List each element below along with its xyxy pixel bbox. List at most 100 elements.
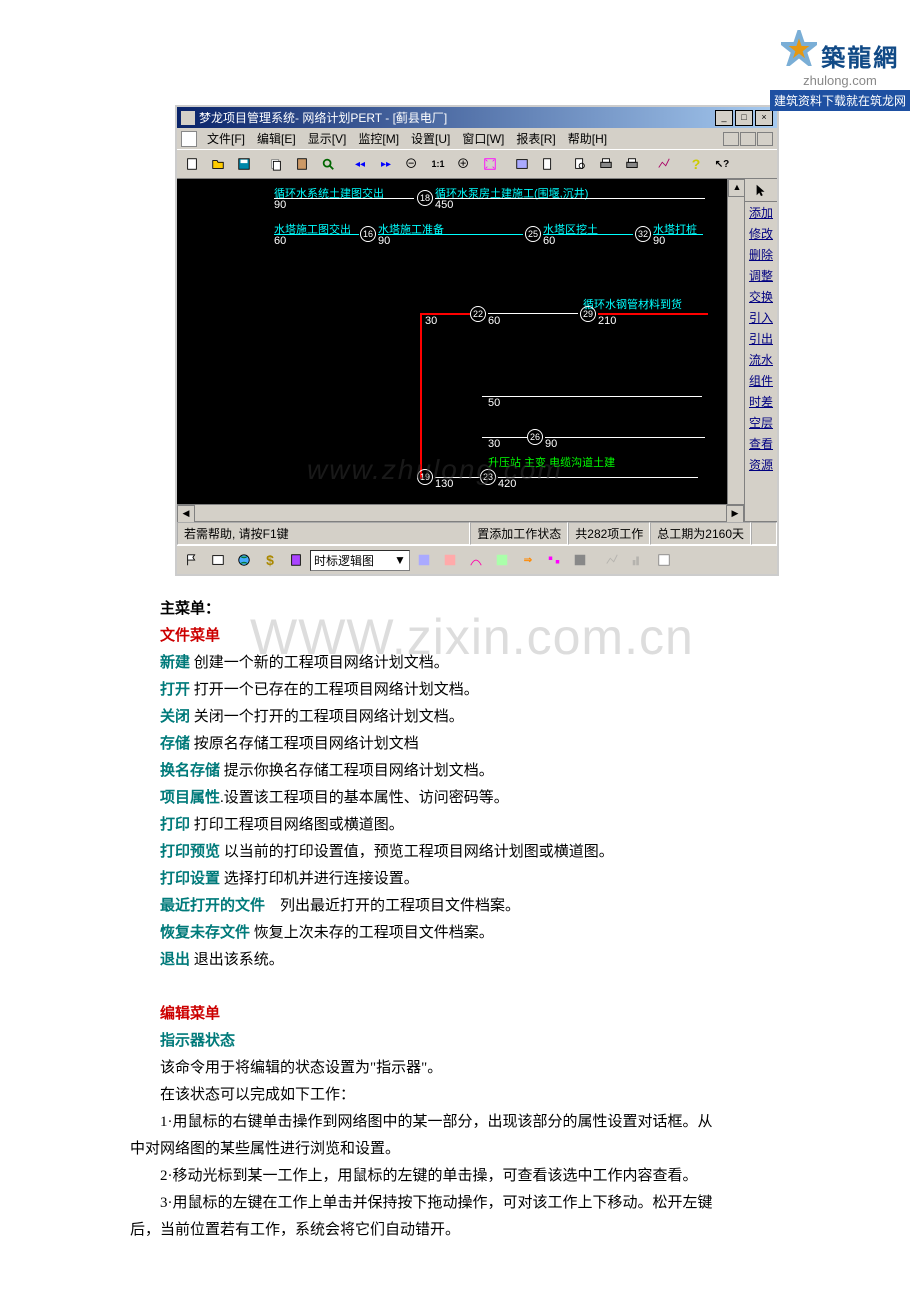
whatsthis-icon[interactable]: ↖? (710, 153, 734, 175)
command-name: 关闭 (160, 709, 190, 725)
mdi-close[interactable] (757, 132, 773, 146)
task-num: 450 (435, 199, 453, 211)
side-flow[interactable]: 流水 (745, 349, 777, 370)
task-label: 循环水钢管材料到货 (583, 296, 682, 312)
bt-3-icon[interactable] (464, 549, 488, 571)
open-icon[interactable] (206, 153, 230, 175)
edit-menu-heading: 编辑菜单 (160, 1006, 220, 1022)
menu-window[interactable]: 窗口[W] (456, 130, 510, 147)
paste-icon[interactable] (290, 153, 314, 175)
bt-6-icon[interactable] (542, 549, 566, 571)
last-icon[interactable]: ▸▸ (374, 153, 398, 175)
command-desc: 创建一个新的工程项目网络计划文档。 (190, 655, 449, 671)
side-delete[interactable]: 删除 (745, 244, 777, 265)
bt-book-icon[interactable] (284, 549, 308, 571)
node[interactable]: 29 (580, 306, 596, 322)
print-icon[interactable] (620, 153, 644, 175)
find-icon[interactable] (316, 153, 340, 175)
file-menu-item: 最近打开的文件 列出最近打开的工程项目文件档案。 (130, 893, 860, 920)
view1-icon[interactable] (510, 153, 534, 175)
task-num: 90 (653, 235, 665, 247)
side-modify[interactable]: 修改 (745, 223, 777, 244)
new-icon[interactable] (180, 153, 204, 175)
view-combo[interactable]: 时标逻辑图▼ (310, 550, 410, 571)
command-desc: 打开一个已存在的工程项目网络计划文档。 (190, 682, 479, 698)
save-icon[interactable] (232, 153, 256, 175)
close-button[interactable]: × (755, 110, 773, 126)
app-icon (181, 111, 195, 125)
side-toolbar: 添加 修改 删除 调整 交换 引入 引出 流水 组件 时差 空层 查看 资源 (744, 179, 777, 521)
chart-icon[interactable] (652, 153, 676, 175)
side-view[interactable]: 查看 (745, 433, 777, 454)
mdi-minimize[interactable] (723, 132, 739, 146)
task-num: 50 (488, 397, 500, 409)
menu-file[interactable]: 文件[F] (201, 130, 251, 147)
node[interactable]: 18 (417, 190, 433, 206)
side-swap[interactable]: 交换 (745, 286, 777, 307)
bt-flag-icon[interactable] (180, 549, 204, 571)
file-menu-item: 打印 打印工程项目网络图或横道图。 (130, 812, 860, 839)
bt-5-icon[interactable]: ⇒ (516, 549, 540, 571)
bt-4-icon[interactable] (490, 549, 514, 571)
view2-icon[interactable] (536, 153, 560, 175)
zoom11-icon[interactable]: 1:1 (426, 153, 450, 175)
zoomout-icon[interactable] (400, 153, 424, 175)
copy-icon[interactable] (264, 153, 288, 175)
side-resource[interactable]: 资源 (745, 454, 777, 475)
side-slack[interactable]: 时差 (745, 391, 777, 412)
node[interactable]: 25 (525, 226, 541, 242)
zoomin-icon[interactable] (452, 153, 476, 175)
pert-canvas[interactable]: 循环水系统土建图交出 90 18 循环水泵房土建施工(围堰,沉井) 450 水塔… (177, 179, 727, 504)
horizontal-scrollbar[interactable]: ◀ ▶ (177, 504, 744, 521)
side-component[interactable]: 组件 (745, 370, 777, 391)
side-adjust[interactable]: 调整 (745, 265, 777, 286)
first-icon[interactable]: ◂◂ (348, 153, 372, 175)
help-icon[interactable]: ? (684, 153, 708, 175)
node[interactable]: 32 (635, 226, 651, 242)
command-name: 新建 (160, 655, 190, 671)
menu-help[interactable]: 帮助[H] (562, 130, 613, 147)
menu-edit[interactable]: 编辑[E] (251, 130, 302, 147)
menu-report[interactable]: 报表[R] (510, 130, 561, 147)
task-num: 90 (378, 235, 390, 247)
preview-icon[interactable] (568, 153, 592, 175)
side-add[interactable]: 添加 (745, 202, 777, 223)
command-desc: 关闭一个打开的工程项目网络计划文档。 (190, 709, 464, 725)
command-desc: 打印工程项目网络图或横道图。 (190, 817, 404, 833)
bt-8-icon[interactable] (600, 549, 624, 571)
side-layer[interactable]: 空层 (745, 412, 777, 433)
bt-2-icon[interactable] (438, 549, 462, 571)
menu-settings[interactable]: 设置[U] (405, 130, 456, 147)
maximize-button[interactable]: □ (735, 110, 753, 126)
bt-globe-icon[interactable] (232, 549, 256, 571)
vertical-scrollbar[interactable]: ▲ (727, 179, 744, 504)
printsetup-icon[interactable] (594, 153, 618, 175)
bt-9-icon[interactable] (626, 549, 650, 571)
bt-rect-icon[interactable] (206, 549, 230, 571)
task-num: 60 (488, 315, 500, 327)
pointer-icon[interactable] (745, 179, 777, 202)
node[interactable]: 16 (360, 226, 376, 242)
bt-dollar-icon[interactable]: $ (258, 549, 282, 571)
file-menu-heading: 文件菜单 (160, 628, 220, 644)
task-num: 210 (598, 315, 616, 327)
bt-1-icon[interactable] (412, 549, 436, 571)
node[interactable]: 26 (527, 429, 543, 445)
scroll-right-icon[interactable]: ▶ (726, 505, 744, 523)
status-mode: 置添加工作状态 (470, 522, 568, 545)
node[interactable]: 22 (470, 306, 486, 322)
mdi-restore[interactable] (740, 132, 756, 146)
main-toolbar: ◂◂ ▸▸ 1:1 ? ↖? (177, 149, 777, 179)
bt-7-icon[interactable] (568, 549, 592, 571)
menu-monitor[interactable]: 监控[M] (352, 130, 405, 147)
minimize-button[interactable]: _ (715, 110, 733, 126)
scroll-left-icon[interactable]: ◀ (177, 505, 195, 523)
bt-10-icon[interactable] (652, 549, 676, 571)
command-desc: 选择打印机并进行连接设置。 (220, 871, 419, 887)
menu-view[interactable]: 显示[V] (302, 130, 353, 147)
command-name: 最近打开的文件 (160, 898, 265, 914)
side-export[interactable]: 引出 (745, 328, 777, 349)
fit-icon[interactable] (478, 153, 502, 175)
task-num: 90 (274, 199, 286, 211)
side-import[interactable]: 引入 (745, 307, 777, 328)
